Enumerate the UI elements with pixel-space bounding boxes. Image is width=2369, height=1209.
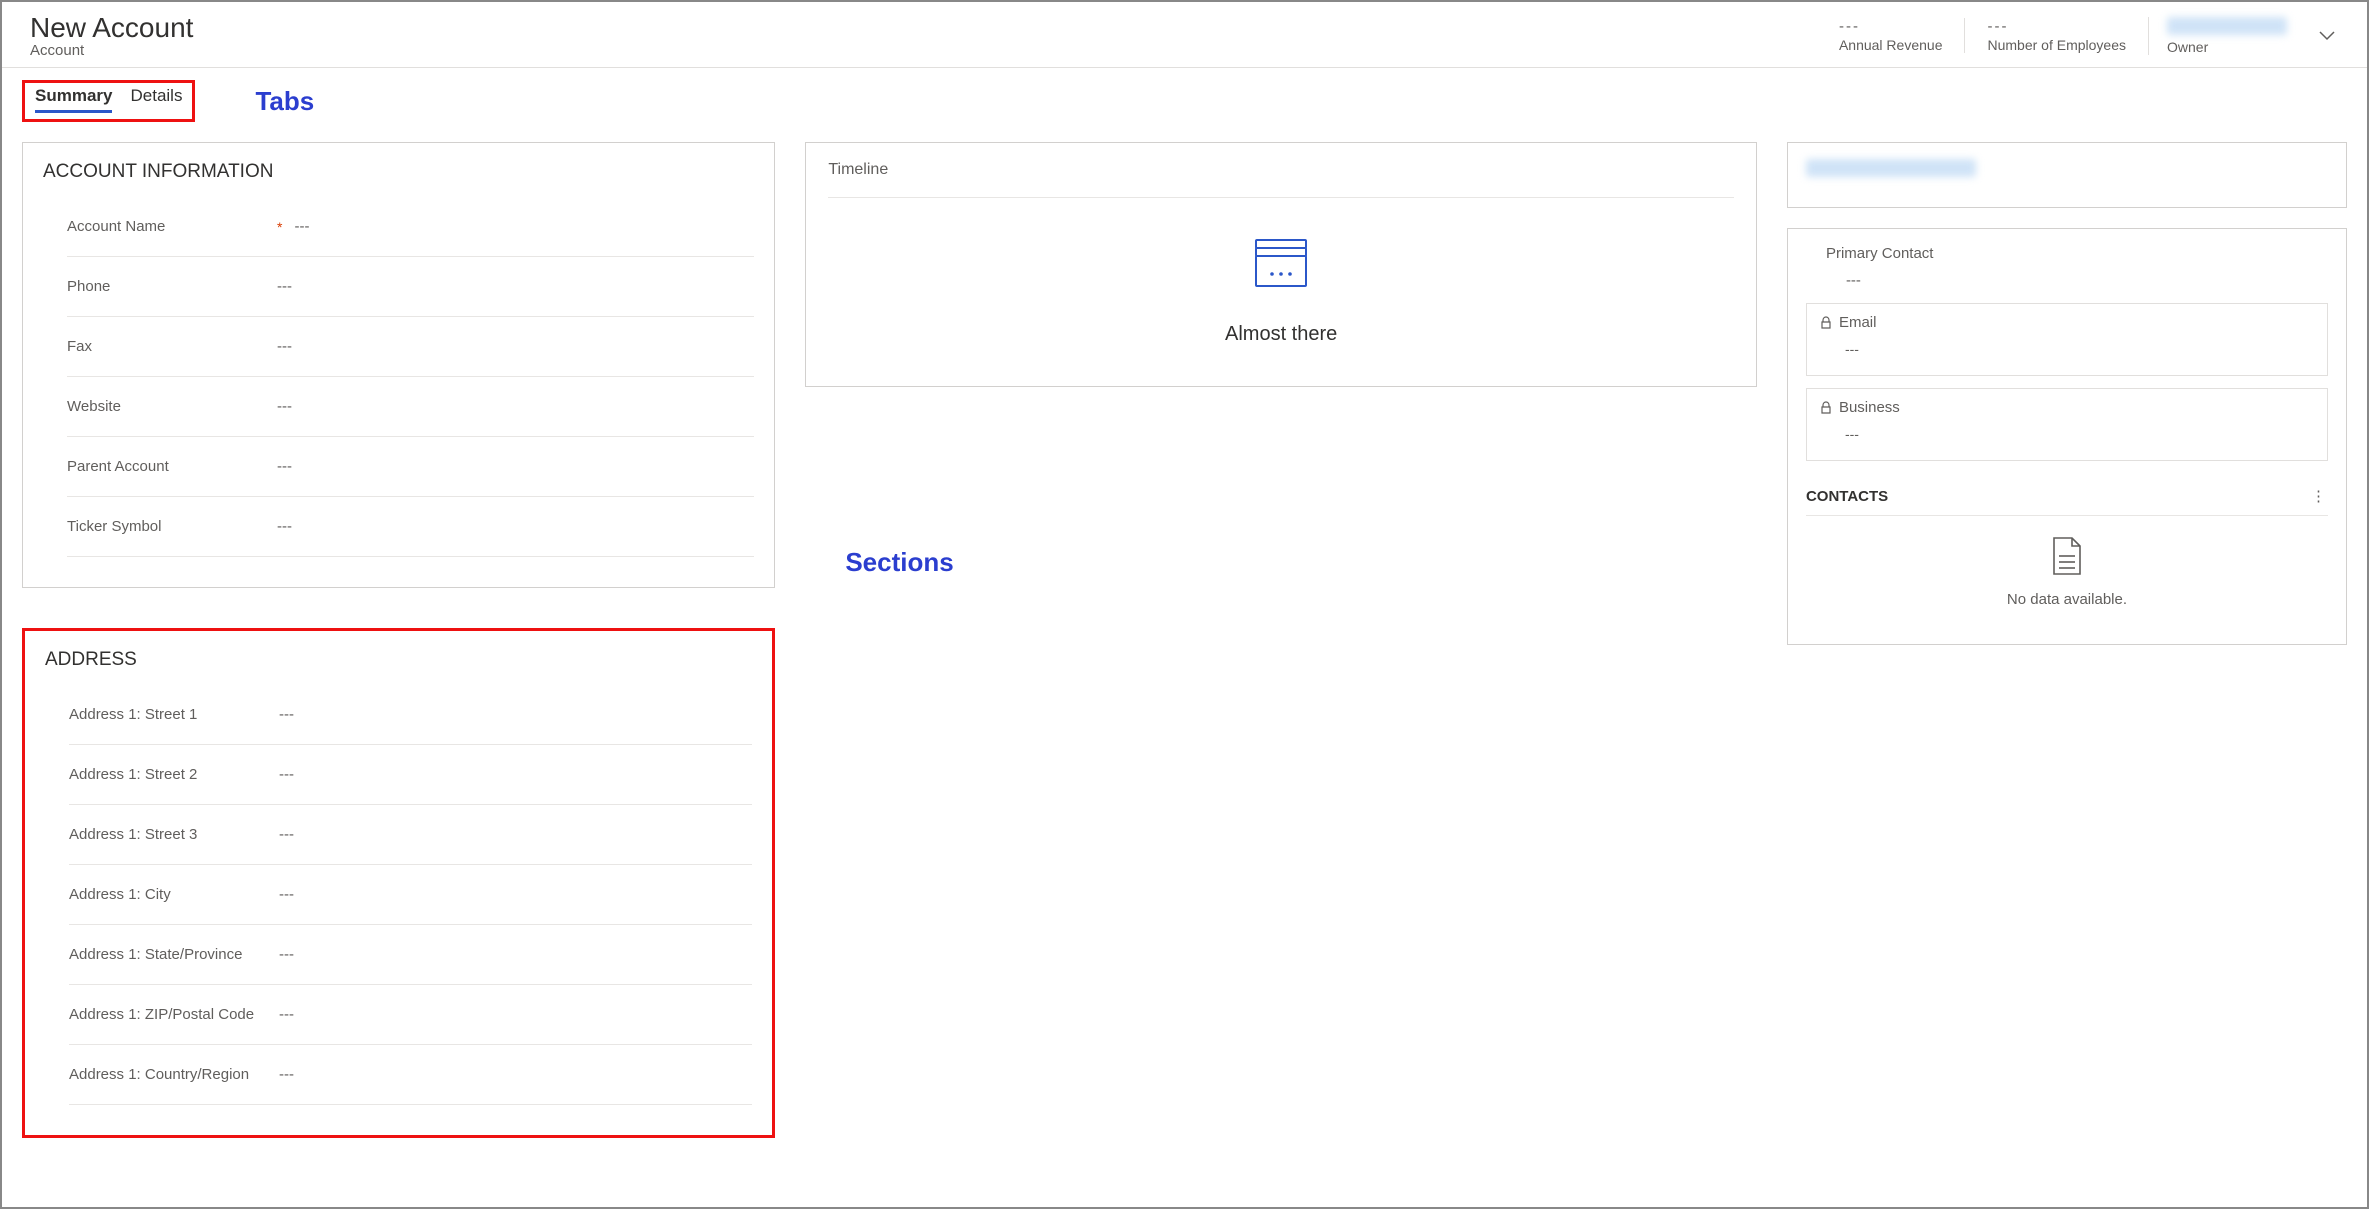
primary-contact-business-box: Business --- [1806,388,2328,461]
section-title: ADDRESS [45,649,752,671]
tabs-container: Summary Details Tabs [2,68,2367,122]
column-left: ACCOUNT INFORMATION Account Name * --- P… [22,142,775,1178]
required-indicator: * [277,219,282,235]
field-value: --- [279,946,294,963]
quick-view-card [1787,142,2347,208]
field-value: --- [279,1066,294,1083]
form-header: New Account Account --- Annual Revenue -… [2,2,2367,68]
main-columns: ACCOUNT INFORMATION Account Name * --- P… [2,122,2367,1178]
contacts-more-button[interactable]: ⋮ [2311,487,2328,505]
owner-label: Owner [2167,39,2287,55]
tabs-highlight-box: Summary Details [22,80,195,122]
timeline-empty-text: Almost there [828,323,1734,346]
field-value: --- [277,458,292,475]
tab-details[interactable]: Details [130,86,182,113]
field-label: Phone [67,278,277,295]
stat-label: Number of Employees [1987,37,2126,53]
section-primary-contact: Primary Contact --- Email --- Business [1787,228,2347,645]
field-fax[interactable]: Fax --- [67,317,754,377]
section-timeline: Timeline Almost there [805,142,1757,387]
field-label: Account Name [67,218,277,235]
stat-value: --- [1987,18,2126,35]
field-label: Parent Account [67,458,277,475]
field-account-name[interactable]: Account Name * --- [67,197,754,257]
field-label: Address 1: State/Province [69,946,279,963]
field-label: Address 1: Country/Region [69,1066,279,1083]
section-title: ACCOUNT INFORMATION [43,161,754,183]
archive-box-icon [1252,238,1310,290]
header-owner[interactable]: Owner [2148,17,2305,55]
column-right: Primary Contact --- Email --- Business [1787,142,2347,645]
contacts-empty-text: No data available. [1806,591,2328,608]
redacted-link [1806,159,1976,177]
column-center: Timeline Almost there Sections [805,142,1757,578]
sub-value: --- [1845,426,2315,442]
field-value: --- [294,218,309,235]
field-website[interactable]: Website --- [67,377,754,437]
field-phone[interactable]: Phone --- [67,257,754,317]
field-ticker-symbol[interactable]: Ticker Symbol --- [67,497,754,557]
chevron-down-icon [2317,26,2337,46]
sub-label: Email [1839,314,1877,331]
document-icon [2050,536,2084,576]
field-label: Address 1: City [69,886,279,903]
sub-value: --- [1845,341,2315,357]
field-value: --- [279,1006,294,1023]
contacts-title: CONTACTS [1806,488,1888,505]
primary-contact-label: Primary Contact [1826,245,2328,262]
sub-label: Business [1839,399,1900,416]
field-value: --- [277,518,292,535]
contacts-empty-state: No data available. [1806,516,2328,624]
field-value: --- [279,706,294,723]
field-parent-account[interactable]: Parent Account --- [67,437,754,497]
field-address-street3[interactable]: Address 1: Street 3 --- [69,805,752,865]
field-label: Address 1: Street 1 [69,706,279,723]
header-left: New Account Account [30,12,193,59]
entity-subtitle: Account [30,42,193,59]
annotation-sections: Sections [845,547,1757,578]
field-value: --- [279,766,294,783]
primary-contact-value[interactable]: --- [1846,272,2328,289]
field-address-street2[interactable]: Address 1: Street 2 --- [69,745,752,805]
field-address-zip[interactable]: Address 1: ZIP/Postal Code --- [69,985,752,1045]
field-value: --- [279,886,294,903]
field-label: Address 1: ZIP/Postal Code [69,1006,279,1023]
timeline-title: Timeline [828,161,1734,198]
header-stat-employees[interactable]: --- Number of Employees [1964,18,2148,53]
contacts-header: CONTACTS ⋮ [1806,473,2328,516]
field-address-city[interactable]: Address 1: City --- [69,865,752,925]
annotation-tabs: Tabs [255,86,314,117]
section-account-information: ACCOUNT INFORMATION Account Name * --- P… [22,142,775,588]
page-title: New Account [30,12,193,44]
field-label: Website [67,398,277,415]
field-label: Ticker Symbol [67,518,277,535]
field-value: --- [279,826,294,843]
field-label: Fax [67,338,277,355]
field-value: --- [277,338,292,355]
stat-label: Annual Revenue [1839,37,1943,53]
header-right: --- Annual Revenue --- Number of Employe… [1817,17,2339,55]
section-address: ADDRESS Address 1: Street 1 --- Address … [22,628,775,1138]
header-stat-annual-revenue[interactable]: --- Annual Revenue [1817,18,1965,53]
field-address-country[interactable]: Address 1: Country/Region --- [69,1045,752,1105]
lock-icon [1819,316,1833,330]
tab-summary[interactable]: Summary [35,86,112,113]
primary-contact-email-box: Email --- [1806,303,2328,376]
field-label: Address 1: Street 3 [69,826,279,843]
field-value: --- [277,398,292,415]
field-address-street1[interactable]: Address 1: Street 1 --- [69,685,752,745]
lock-icon [1819,401,1833,415]
expand-header-button[interactable] [2315,24,2339,48]
stat-value: --- [1839,18,1943,35]
field-value: --- [277,278,292,295]
field-label: Address 1: Street 2 [69,766,279,783]
timeline-empty-state: Almost there [828,238,1734,346]
owner-value-redacted [2167,17,2287,35]
field-address-state[interactable]: Address 1: State/Province --- [69,925,752,985]
